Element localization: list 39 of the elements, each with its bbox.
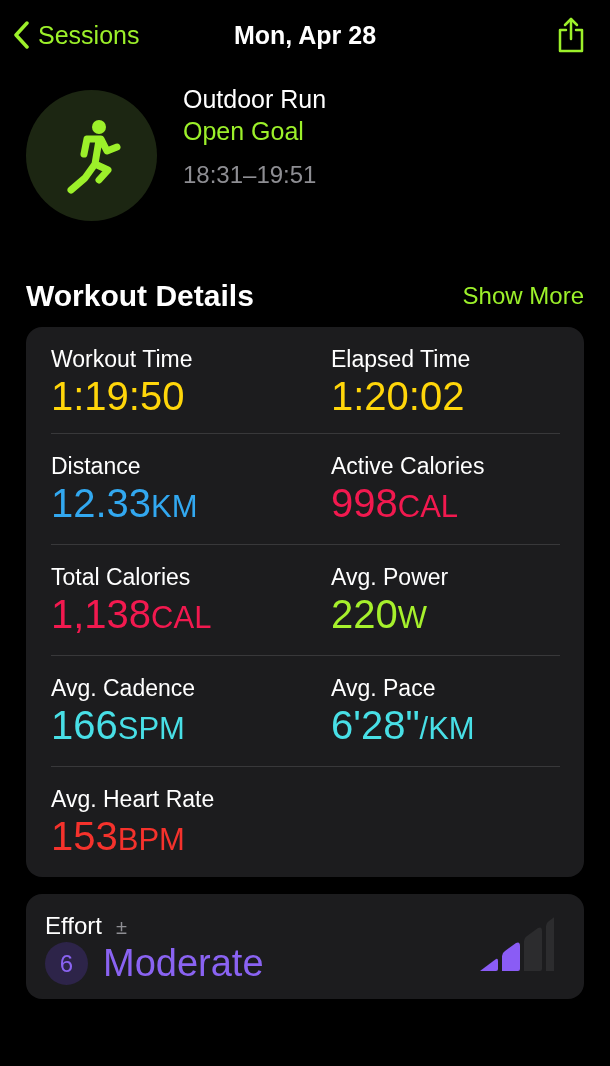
unit-label: CAL bbox=[151, 600, 212, 635]
unit-label: BPM bbox=[117, 822, 185, 857]
metric-value: 12.33KM bbox=[51, 480, 199, 527]
metric-value: 1,138CAL bbox=[51, 591, 213, 638]
effort-score: 6 bbox=[45, 942, 88, 985]
time-range: 18:31–19:51 bbox=[183, 160, 318, 189]
workout-name: Outdoor Run bbox=[183, 83, 327, 115]
unit-label: /KM bbox=[419, 711, 475, 746]
nav-title: Mon, Apr 28 bbox=[233, 20, 377, 50]
metric-value: 153BPM bbox=[51, 813, 186, 860]
metric-value: 998CAL bbox=[331, 480, 460, 527]
metric-label: Distance bbox=[51, 452, 142, 480]
adjust-button[interactable]: ± bbox=[115, 916, 127, 939]
effort-rating: Moderate bbox=[103, 942, 264, 985]
metric-label: Avg. Pace bbox=[331, 674, 437, 702]
metric-value: 1:19:50 bbox=[51, 373, 186, 419]
back-chevron-icon bbox=[12, 21, 30, 49]
metric-value: 166SPM bbox=[51, 702, 186, 749]
metric-label: Avg. Heart Rate bbox=[51, 785, 216, 813]
effort-label: Effort bbox=[45, 912, 102, 939]
metric-label: Workout Time bbox=[51, 345, 194, 373]
metric-value: 6'28"/KM bbox=[331, 702, 476, 749]
back-link[interactable]: Sessions bbox=[12, 20, 140, 50]
metric-label: Avg. Cadence bbox=[51, 674, 197, 702]
unit-label: KM bbox=[151, 489, 198, 524]
share-icon bbox=[556, 17, 586, 53]
unit-label: CAL bbox=[397, 489, 459, 524]
metric-label: Active Calories bbox=[331, 452, 486, 480]
metric-value: 220W bbox=[331, 591, 428, 638]
metric-label: Total Calories bbox=[51, 563, 192, 591]
unit-label: W bbox=[397, 600, 427, 635]
workout-goal: Open Goal bbox=[183, 115, 305, 147]
unit-label: SPM bbox=[117, 711, 185, 746]
share-button[interactable] bbox=[556, 17, 586, 53]
show-more-link[interactable]: Show More bbox=[462, 282, 584, 310]
metric-value: 1:20:02 bbox=[331, 373, 466, 419]
metric-label: Elapsed Time bbox=[331, 345, 472, 373]
section-title: Workout Details bbox=[26, 279, 254, 313]
metric-label: Avg. Power bbox=[331, 563, 450, 591]
